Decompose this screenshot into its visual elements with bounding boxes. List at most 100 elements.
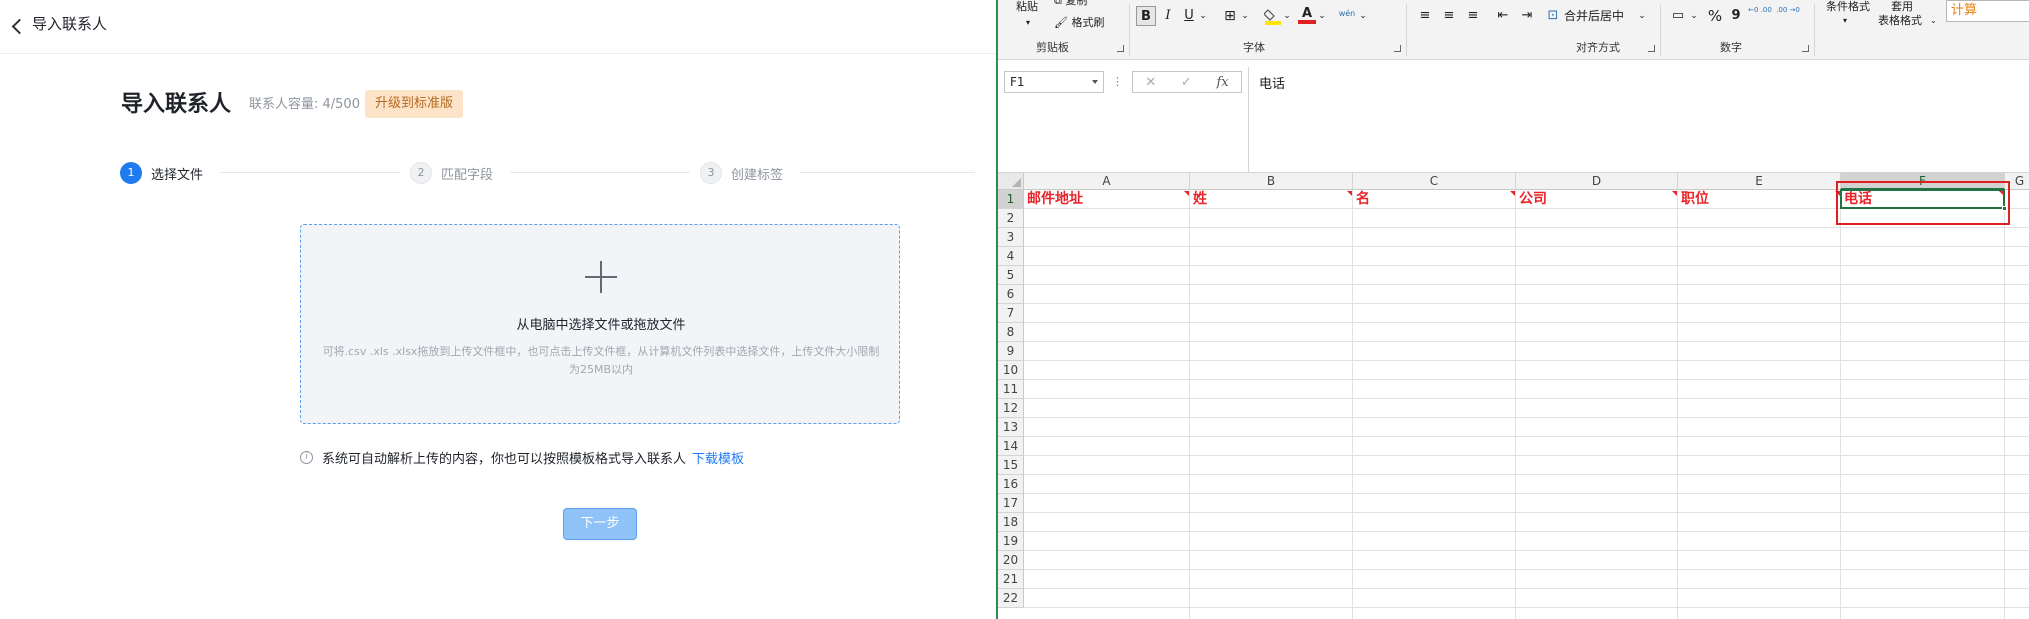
step-number: 3: [700, 162, 722, 184]
gridline: [1024, 607, 2029, 608]
row-header[interactable]: 12: [998, 399, 1024, 418]
row-header[interactable]: 16: [998, 475, 1024, 494]
comment-indicator-icon: [1184, 191, 1189, 196]
select-all-corner[interactable]: [998, 173, 1024, 190]
column-header[interactable]: D: [1516, 173, 1678, 190]
gridline: [1677, 190, 1678, 619]
increase-indent-icon[interactable]: ⇥: [1518, 6, 1536, 26]
row-header[interactable]: 20: [998, 551, 1024, 570]
row-header[interactable]: 6: [998, 285, 1024, 304]
italic-button[interactable]: I: [1160, 6, 1176, 26]
underline-dropdown-icon[interactable]: ⌄: [1197, 6, 1209, 26]
row-header[interactable]: 3: [998, 228, 1024, 247]
comma-style-button[interactable]: 9: [1730, 6, 1742, 26]
borders-dropdown-icon[interactable]: ⌄: [1239, 6, 1251, 26]
bold-button[interactable]: B: [1136, 6, 1156, 26]
row-header[interactable]: 8: [998, 323, 1024, 342]
conditional-format-dropdown-icon[interactable]: ▾: [1843, 14, 1847, 28]
table-format-dropdown-icon[interactable]: ⌄: [1930, 14, 1937, 28]
paste-button[interactable]: 粘贴: [1016, 0, 1038, 14]
row-header[interactable]: 13: [998, 418, 1024, 437]
table-format-label[interactable]: 表格格式: [1878, 14, 1922, 28]
font-launcher-icon[interactable]: [1394, 45, 1401, 52]
underline-button[interactable]: U: [1181, 6, 1197, 26]
gridline: [1024, 436, 2029, 437]
number-group-label: 数字: [1720, 41, 1742, 54]
phonetic-dropdown-icon[interactable]: ⌄: [1357, 6, 1369, 26]
copy-button[interactable]: ⧉ 复制: [1054, 0, 1087, 8]
table-format-button[interactable]: 套用: [1891, 0, 1913, 14]
row-header[interactable]: 11: [998, 380, 1024, 399]
number-launcher-icon[interactable]: [1802, 45, 1809, 52]
alignment-launcher-icon[interactable]: [1648, 45, 1655, 52]
row-header[interactable]: 14: [998, 437, 1024, 456]
upgrade-button[interactable]: 升级到标准版: [365, 90, 464, 118]
formula-input[interactable]: 电话: [1248, 67, 2029, 173]
stepper: 1 选择文件 2 匹配字段 3 创建标签: [120, 160, 980, 186]
next-step-button[interactable]: 下一步: [563, 508, 637, 540]
fill-color-dropdown-icon[interactable]: ⌄: [1281, 6, 1293, 26]
gridline: [1024, 531, 2029, 532]
header-cell[interactable]: 公司: [1516, 190, 1678, 209]
row-header[interactable]: 1: [998, 190, 1024, 209]
font-color-icon[interactable]: A: [1298, 4, 1316, 24]
row-header[interactable]: 9: [998, 342, 1024, 361]
conditional-format-button[interactable]: 条件格式: [1826, 0, 1870, 14]
name-box-dropdown-icon[interactable]: [1092, 80, 1098, 84]
merge-center-button[interactable]: 合并后居中: [1564, 6, 1624, 26]
clipboard-launcher-icon[interactable]: [1117, 45, 1124, 52]
gridline: [1024, 569, 2029, 570]
row-header[interactable]: 2: [998, 209, 1024, 228]
confirm-entry-icon[interactable]: ✓: [1181, 75, 1192, 90]
merge-dropdown-icon[interactable]: ⌄: [1636, 6, 1648, 26]
spreadsheet-grid[interactable]: A B C D E F G 1 2 3 4 5 6 7 8 9 10 11 12 13 14 15 16 17 18 19 20 21…: [998, 173, 2029, 619]
paste-dropdown-icon[interactable]: ▾: [1026, 16, 1030, 30]
percent-button[interactable]: %: [1706, 6, 1724, 26]
back-arrow-icon[interactable]: [10, 15, 24, 37]
name-box[interactable]: F1: [1004, 71, 1104, 93]
row-header[interactable]: 17: [998, 494, 1024, 513]
row-header[interactable]: 10: [998, 361, 1024, 380]
style-calculation[interactable]: 计算: [1946, 0, 2029, 22]
phonetic-icon[interactable]: wén: [1336, 4, 1358, 24]
accounting-format-icon[interactable]: ▭: [1668, 6, 1688, 26]
increase-decimal-button[interactable]: ←0 .00: [1748, 6, 1772, 26]
row-header[interactable]: 19: [998, 532, 1024, 551]
alignment-group-label: 对齐方式: [1576, 41, 1620, 54]
row-header[interactable]: 15: [998, 456, 1024, 475]
column-header[interactable]: E: [1678, 173, 1841, 190]
row-header[interactable]: 22: [998, 589, 1024, 608]
download-template-link[interactable]: 下载模板: [692, 448, 744, 467]
row-header[interactable]: 18: [998, 513, 1024, 532]
borders-icon[interactable]: ⊞: [1220, 6, 1240, 26]
gridline: [1515, 190, 1516, 619]
cancel-entry-icon[interactable]: ✕: [1145, 75, 1156, 90]
row-header[interactable]: 21: [998, 570, 1024, 589]
merge-icon[interactable]: ⊡: [1544, 6, 1562, 26]
header-cell[interactable]: 职位: [1678, 190, 1841, 209]
format-painter-button[interactable]: 🖌 格式刷: [1054, 16, 1104, 30]
column-header[interactable]: B: [1190, 173, 1353, 190]
name-box-value: F1: [1010, 75, 1025, 89]
header-cell[interactable]: 名: [1353, 190, 1516, 209]
decrease-indent-icon[interactable]: ⇤: [1494, 6, 1512, 26]
align-right-icon[interactable]: ≡: [1464, 6, 1482, 26]
row-header[interactable]: 4: [998, 247, 1024, 266]
header-cell[interactable]: 姓: [1190, 190, 1353, 209]
fill-color-icon[interactable]: [1263, 6, 1282, 26]
formula-bar-handle-icon[interactable]: ⋮: [1112, 71, 1123, 93]
header-cell[interactable]: 邮件地址: [1024, 190, 1190, 209]
column-header[interactable]: A: [1024, 173, 1190, 190]
decrease-decimal-button[interactable]: .00 →0: [1776, 6, 1800, 26]
ribbon-separator: [1406, 4, 1407, 56]
copy-label: 复制: [1065, 0, 1088, 7]
file-dropzone[interactable]: 从电脑中选择文件或拖放文件 可将.csv .xls .xlsx拖放到上传文件框中…: [300, 224, 900, 424]
align-left-icon[interactable]: ≡: [1416, 6, 1434, 26]
accounting-dropdown-icon[interactable]: ⌄: [1688, 6, 1700, 26]
column-header[interactable]: C: [1353, 173, 1516, 190]
row-header[interactable]: 5: [998, 266, 1024, 285]
font-color-dropdown-icon[interactable]: ⌄: [1316, 6, 1328, 26]
align-center-icon[interactable]: ≡: [1440, 6, 1458, 26]
row-header[interactable]: 7: [998, 304, 1024, 323]
insert-function-icon[interactable]: fx: [1216, 75, 1228, 90]
